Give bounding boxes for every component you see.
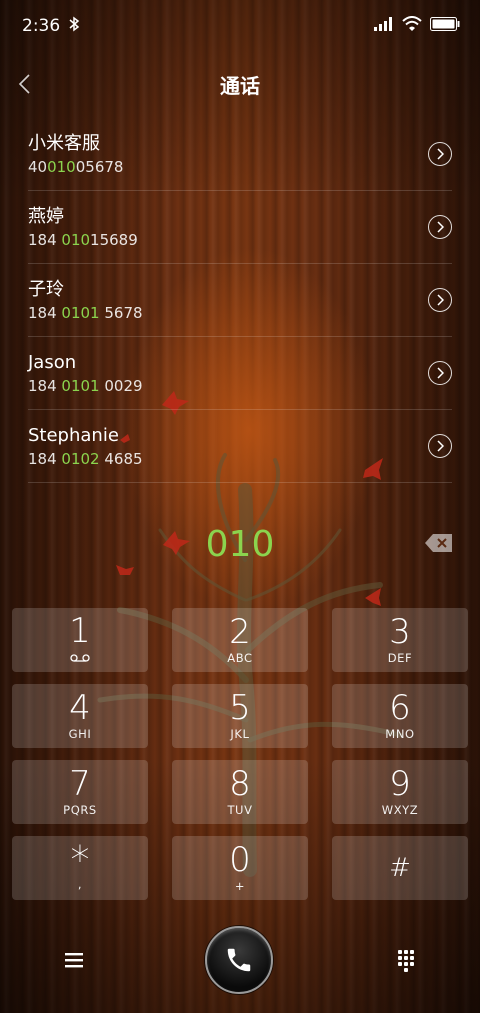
key-digit: 4: [69, 688, 91, 728]
key-letters: WXYZ: [381, 803, 419, 817]
chevron-right-icon: [437, 221, 444, 233]
contact-number: 184 01015689: [28, 231, 138, 249]
number-match: 010: [61, 231, 91, 249]
contact-name: 小米客服: [28, 133, 100, 154]
number-match: 0101: [61, 304, 100, 322]
contact-detail-button[interactable]: [428, 361, 452, 385]
contact-number: 184 0102 4685: [28, 450, 143, 468]
key-digit: 8: [229, 764, 251, 804]
key-digit: #: [389, 853, 411, 883]
contact-name: 燕婷: [28, 206, 64, 227]
chevron-right-icon: [437, 440, 444, 452]
key-8[interactable]: 8 TUV: [172, 760, 308, 824]
contact-detail-button[interactable]: [428, 434, 452, 458]
voicemail-icon: [70, 650, 90, 666]
key-letters: DEF: [387, 651, 413, 665]
call-button[interactable]: [205, 926, 273, 994]
key-letters: ,: [77, 877, 83, 891]
contact-number: 4001005678: [28, 158, 124, 176]
contact-row[interactable]: 小米客服 4001005678: [28, 118, 452, 191]
battery-icon: [430, 16, 460, 36]
key-letters: PQRS: [63, 803, 97, 817]
status-bar: 2:36: [0, 0, 480, 52]
key-digit: *: [70, 838, 90, 882]
dialed-number-display: 010: [205, 524, 275, 565]
status-time: 2:36: [22, 16, 61, 36]
number-match: 0102: [61, 450, 100, 468]
key-5[interactable]: 5 JKL: [172, 684, 308, 748]
key-letters: TUV: [227, 803, 253, 817]
key-7[interactable]: 7 PQRS: [12, 760, 148, 824]
contact-detail-button[interactable]: [428, 215, 452, 239]
contact-name: 子玲: [28, 279, 64, 300]
chevron-right-icon: [437, 148, 444, 160]
dialpad-icon: [398, 950, 414, 972]
key-letters: +: [234, 879, 246, 893]
phone-icon: [227, 948, 251, 972]
key-digit: 1: [69, 611, 91, 651]
key-letters: MNO: [385, 727, 415, 741]
key-digit: 5: [229, 688, 251, 728]
backspace-icon: [425, 534, 452, 552]
contact-number: 184 0101 0029: [28, 377, 143, 395]
key-hash[interactable]: #: [332, 836, 468, 900]
menu-icon: [65, 953, 83, 968]
page-title: 通话: [220, 73, 260, 98]
key-digit: 0: [229, 840, 251, 880]
key-6[interactable]: 6 MNO: [332, 684, 468, 748]
contact-number: 184 0101 5678: [28, 304, 143, 322]
key-letters: ABC: [227, 651, 253, 665]
contact-name: Stephanie: [28, 425, 119, 446]
contact-detail-button[interactable]: [428, 142, 452, 166]
contact-match-list: 小米客服 4001005678 燕婷 184 01015689 子玲 184 0…: [28, 118, 452, 483]
back-button[interactable]: [8, 68, 40, 100]
key-digit: 9: [389, 764, 411, 804]
contact-row[interactable]: Jason 184 0101 0029: [28, 337, 452, 410]
chevron-left-icon: [18, 74, 30, 94]
contact-row[interactable]: Stephanie 184 0102 4685: [28, 410, 452, 483]
menu-button[interactable]: [58, 944, 90, 976]
key-letters: GHI: [68, 727, 92, 741]
key-0[interactable]: 0 +: [172, 836, 308, 900]
key-2[interactable]: 2 ABC: [172, 608, 308, 672]
dial-keypad: 1 2 ABC 3 DEF 4 GHI 5 JKL 6 MNO 7 PQRS 8…: [12, 608, 468, 912]
wifi-icon: [402, 16, 422, 36]
bluetooth-icon: [68, 16, 80, 37]
dialpad-toggle-button[interactable]: [390, 944, 422, 976]
delete-digit-button[interactable]: [424, 531, 454, 555]
cellular-signal-icon: [374, 16, 394, 36]
number-match: 010: [47, 158, 76, 176]
contact-row[interactable]: 燕婷 184 01015689: [28, 191, 452, 264]
contact-detail-button[interactable]: [428, 288, 452, 312]
contact-row[interactable]: 子玲 184 0101 5678: [28, 264, 452, 337]
key-9[interactable]: 9 WXYZ: [332, 760, 468, 824]
key-digit: 7: [69, 764, 91, 804]
key-digit: 6: [389, 688, 411, 728]
contact-name: Jason: [28, 352, 77, 373]
key-star[interactable]: * ,: [12, 836, 148, 900]
header: 通话: [0, 60, 480, 108]
key-3[interactable]: 3 DEF: [332, 608, 468, 672]
key-digit: 3: [389, 612, 411, 652]
number-match: 0101: [61, 377, 100, 395]
chevron-right-icon: [437, 294, 444, 306]
key-1[interactable]: 1: [12, 608, 148, 672]
chevron-right-icon: [437, 367, 444, 379]
key-4[interactable]: 4 GHI: [12, 684, 148, 748]
bottom-action-bar: [0, 922, 480, 998]
key-digit: 2: [229, 612, 251, 652]
key-letters: JKL: [230, 727, 250, 741]
